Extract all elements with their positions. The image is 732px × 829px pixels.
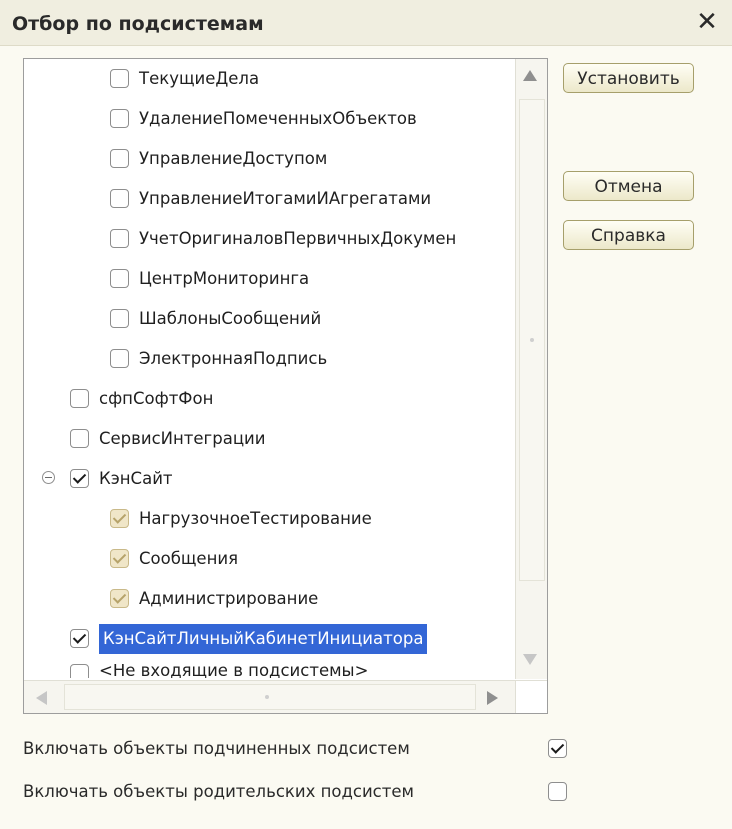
- dialog-titlebar: Отбор по подсистемам ✕: [0, 0, 732, 46]
- tree-item-uchet-originalov[interactable]: УчетОригиналовПервичныхДокумен: [24, 224, 514, 254]
- tree-item-label: НагрузочноеТестирование: [139, 509, 372, 528]
- include-child-checkbox[interactable]: [548, 739, 567, 758]
- grip-icon: [530, 338, 534, 342]
- tree-item-checkbox[interactable]: [70, 389, 89, 408]
- vertical-scrollbar[interactable]: [515, 59, 547, 679]
- tree-item-checkbox[interactable]: [110, 309, 129, 328]
- tree-item-label: ЭлектроннаяПодпись: [139, 349, 328, 368]
- tree-item-label: УчетОригиналовПервичныхДокумен: [139, 229, 457, 248]
- collapse-icon[interactable]: [42, 471, 55, 484]
- tree-item-servis-integratsii[interactable]: СервисИнтеграции: [24, 424, 514, 454]
- tree-item-checkbox[interactable]: [110, 109, 129, 128]
- tree-item-label: КэнСайт: [99, 469, 173, 488]
- tree-item-tsentr-monitoringa[interactable]: ЦентрМониторинга: [24, 264, 514, 294]
- tree-item-label: Администрирование: [139, 589, 319, 608]
- include-child-label: Включать объекты подчиненных подсистем: [23, 739, 410, 758]
- tree-item-label: СервисИнтеграции: [99, 429, 266, 448]
- tree-item-checkbox[interactable]: [110, 189, 129, 208]
- help-button[interactable]: Справка: [563, 220, 694, 250]
- grip-icon: [265, 695, 269, 699]
- tree-item-checkbox[interactable]: [110, 69, 129, 88]
- tree-item-udalenie[interactable]: УдалениеПомеченныхОбъектов: [24, 104, 514, 134]
- tree-item-label: <Не входящие в подсистемы>: [99, 664, 369, 678]
- include-parent-label: Включать объекты родительских подсистем: [23, 782, 414, 801]
- cancel-button[interactable]: Отмена: [563, 171, 694, 201]
- dialog-title: Отбор по подсистемам: [12, 13, 264, 35]
- arrow-up-icon[interactable]: [523, 70, 537, 81]
- tree-item-label: УдалениеПомеченныхОбъектов: [139, 109, 417, 128]
- include-parent-checkbox[interactable]: [548, 782, 567, 801]
- set-button[interactable]: Установить: [563, 63, 694, 93]
- tree-item-label: сфпСофтФон: [99, 389, 214, 408]
- tree-item-checkbox[interactable]: [110, 229, 129, 248]
- include-child-option[interactable]: Включать объекты подчиненных подсистем: [23, 737, 573, 761]
- tree-item-sfpsoftfon[interactable]: сфпСофтФон: [24, 384, 514, 414]
- scroll-corner: [515, 680, 547, 713]
- tree-item-label: УправлениеИтогамиИАгрегатами: [139, 189, 432, 208]
- tree-item-label: ЦентрМониторинга: [139, 269, 310, 288]
- tree-item-checkbox[interactable]: [110, 589, 129, 608]
- tree-item-checkbox[interactable]: [110, 549, 129, 568]
- tree-item-checkbox[interactable]: [110, 269, 129, 288]
- include-parent-option[interactable]: Включать объекты родительских подсистем: [23, 780, 573, 804]
- tree-item-label: ШаблоныСообщений: [139, 309, 322, 328]
- tree-item-upravlenie-dostupom[interactable]: УправлениеДоступом: [24, 144, 514, 174]
- tree-item-administrirovanie[interactable]: Администрирование: [24, 584, 514, 614]
- tree-item-soobshcheniya[interactable]: Сообщения: [24, 544, 514, 574]
- close-icon[interactable]: ✕: [692, 7, 722, 37]
- tree-item-label: КэнСайтЛичныйКабинетИнициатора: [99, 624, 428, 654]
- arrow-down-icon[interactable]: [523, 654, 537, 665]
- tree-item-checkbox[interactable]: [110, 349, 129, 368]
- tree-item-checkbox[interactable]: [70, 429, 89, 448]
- tree-item-checkbox[interactable]: [70, 629, 89, 648]
- tree-item-shablony-soobshchenii[interactable]: ШаблоныСообщений: [24, 304, 514, 334]
- horizontal-scroll-thumb[interactable]: [64, 684, 476, 710]
- arrow-left-icon[interactable]: [36, 691, 47, 705]
- horizontal-scrollbar[interactable]: [24, 680, 515, 713]
- subsystem-tree[interactable]: ТекущиеДела УдалениеПомеченныхОбъектов У…: [23, 58, 548, 714]
- tree-item-kensait-lichnyi-kabinet[interactable]: КэнСайтЛичныйКабинетИнициатора: [24, 624, 514, 654]
- tree-item-kensait[interactable]: КэнСайт: [24, 464, 514, 494]
- tree-item-elektronnaya-podpis[interactable]: ЭлектроннаяПодпись: [24, 344, 514, 374]
- tree-item-label: ТекущиеДела: [139, 69, 260, 88]
- tree-item-checkbox[interactable]: [70, 664, 89, 678]
- tree-item-nagruzochnoe-testirovanie[interactable]: НагрузочноеТестирование: [24, 504, 514, 534]
- tree-item-checkbox[interactable]: [110, 509, 129, 528]
- tree-item-checkbox[interactable]: [70, 469, 89, 488]
- arrow-right-icon[interactable]: [487, 691, 498, 705]
- tree-item-ne-vkhodyashchie[interactable]: <Не входящие в подсистемы>: [24, 664, 514, 678]
- tree-item-label: Сообщения: [139, 549, 239, 568]
- vertical-scroll-thumb[interactable]: [519, 99, 545, 581]
- tree-item-upravlenie-itogami[interactable]: УправлениеИтогамиИАгрегатами: [24, 184, 514, 214]
- tree-item-tekushchie-dela[interactable]: ТекущиеДела: [24, 64, 514, 94]
- tree-item-checkbox[interactable]: [110, 149, 129, 168]
- tree-item-label: УправлениеДоступом: [139, 149, 328, 168]
